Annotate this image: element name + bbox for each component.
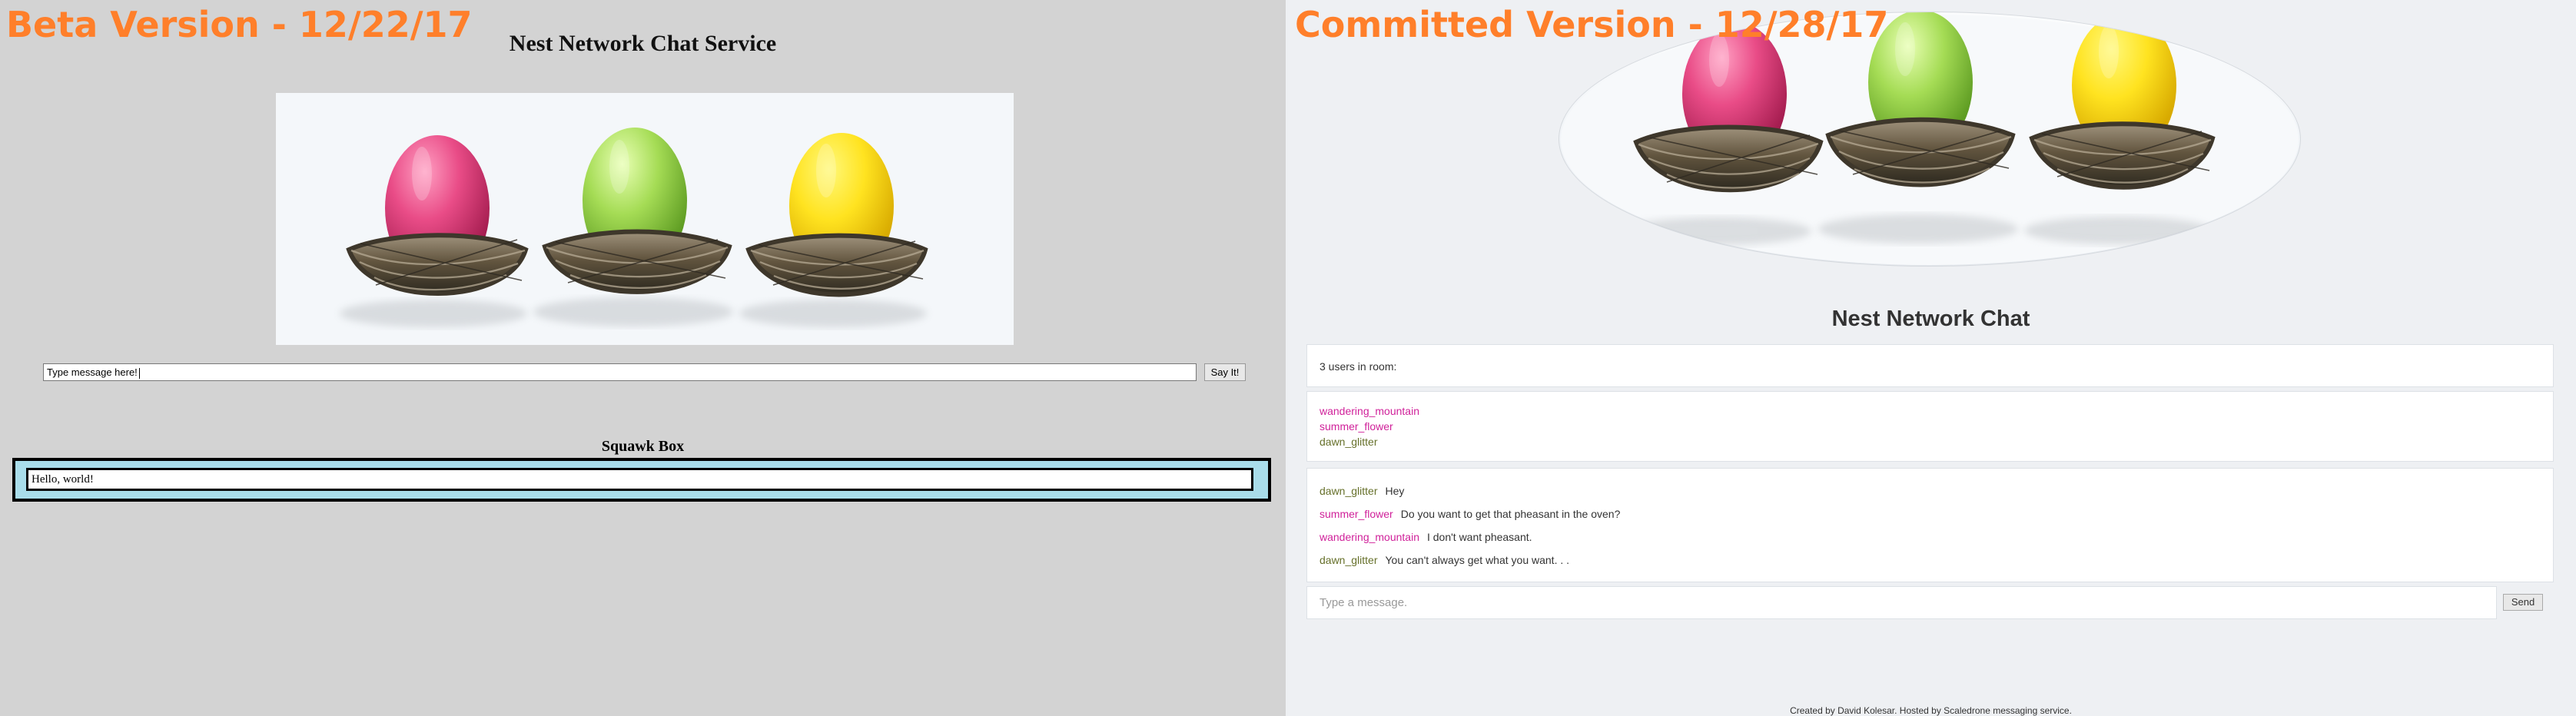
- beta-version-label: Beta Version - 12/22/17: [6, 4, 473, 45]
- message-text: I don't want pheasant.: [1426, 531, 1532, 543]
- message-author: dawn_glitter: [1320, 485, 1378, 497]
- room-members-list: wandering_mountain summer_flower dawn_gl…: [1306, 391, 2554, 462]
- message-author: wandering_mountain: [1320, 531, 1419, 543]
- message-text: You can't always get what you want. . .: [1385, 554, 1570, 566]
- committed-page-title: Nest Network Chat: [1831, 307, 2030, 332]
- users-count-panel: 3 users in room:: [1306, 344, 2554, 387]
- text-cursor: [138, 367, 140, 379]
- message-text: Hey: [1385, 485, 1405, 497]
- squawk-box: Hello, world!: [12, 458, 1271, 502]
- message-row: wandering_mountain I don't want pheasant.: [1320, 525, 2541, 549]
- comparison-screen: Beta Version - 12/22/17 Nest Network Cha…: [0, 0, 2576, 716]
- message-author: dawn_glitter: [1320, 554, 1378, 566]
- committed-version-label: Committed Version - 12/28/17: [1295, 4, 1889, 45]
- chat-messages-list: dawn_glitter Hey summer_flower Do you want…: [1306, 468, 2554, 582]
- say-it-button[interactable]: Say It!: [1204, 363, 1246, 381]
- squawk-box-heading: Squawk Box: [601, 437, 685, 455]
- message-row: dawn_glitter Hey: [1320, 479, 2541, 502]
- easter-eggs-in-nests-icon: [276, 93, 1014, 345]
- message-row: summer_flower Do you want to get that phe…: [1320, 502, 2541, 525]
- message-input[interactable]: Type a message.: [1306, 586, 2497, 619]
- send-button[interactable]: Send: [2503, 594, 2543, 611]
- message-row: dawn_glitter You can't always get what yo…: [1320, 549, 2541, 572]
- beta-message-input-value: Type message here!: [47, 366, 138, 378]
- beta-easter-eggs-banner: [276, 93, 1014, 345]
- message-author: summer_flower: [1320, 508, 1393, 520]
- committed-easter-eggs-banner: [1559, 12, 2301, 267]
- message-text: Do you want to get that pheasant in the …: [1400, 508, 1621, 520]
- beta-version-panel: Beta Version - 12/22/17 Nest Network Cha…: [0, 0, 1286, 716]
- message-input-placeholder: Type a message.: [1320, 596, 1408, 609]
- member-wandering-mountain: wandering_mountain: [1320, 405, 1419, 417]
- squawk-message: Hello, world!: [26, 468, 1253, 491]
- committed-version-panel: Committed Version - 12/28/17 Nest Networ…: [1286, 0, 2576, 716]
- easter-eggs-in-nests-icon: [1561, 12, 2299, 265]
- member-summer-flower: summer_flower: [1320, 420, 1393, 433]
- beta-message-input[interactable]: Type message here!: [43, 363, 1197, 381]
- member-dawn-glitter: dawn_glitter: [1320, 436, 1378, 448]
- footer-credits: Created by David Kolesar. Hosted by Scal…: [1790, 705, 2072, 716]
- users-count-text: 3 users in room:: [1320, 360, 1397, 373]
